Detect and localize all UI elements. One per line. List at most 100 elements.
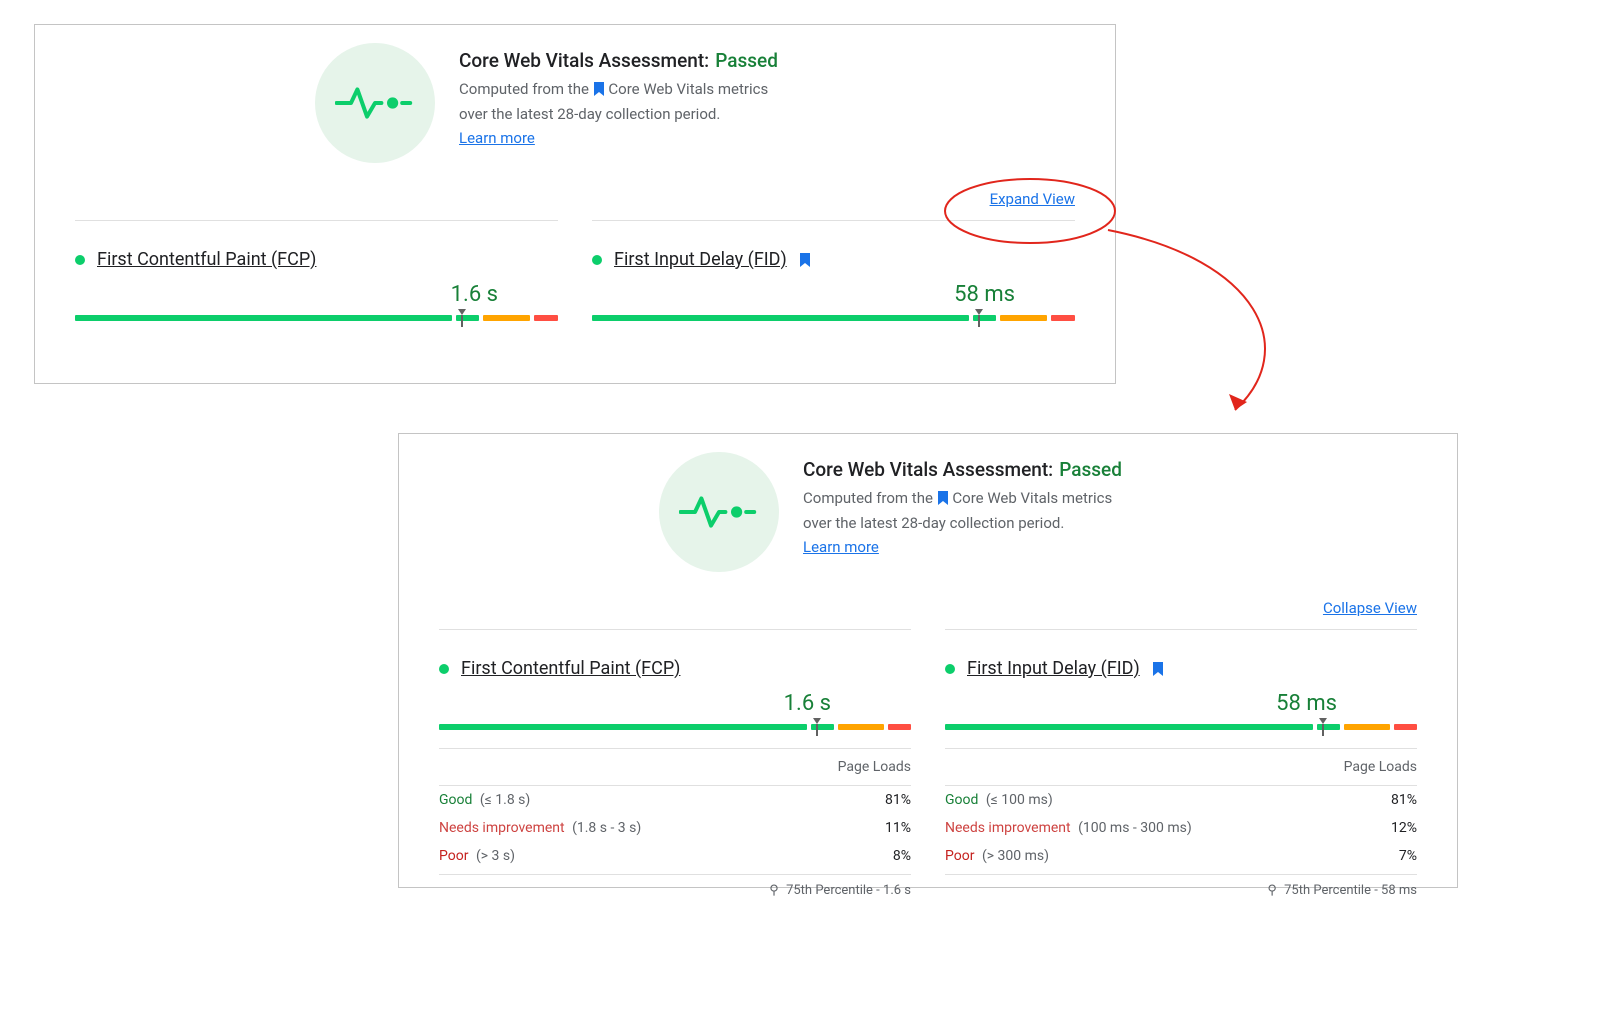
bookmark-icon (937, 489, 949, 512)
metrics-row: First Contentful Paint (FCP) 1.6 s Page … (399, 629, 1457, 898)
assessment-text: Core Web Vitals Assessment: Passed Compu… (459, 43, 789, 163)
bar-seg-good (945, 724, 1313, 730)
breakdown-pct: 11% (885, 820, 911, 836)
assessment-title: Core Web Vitals Assessment: Passed (459, 49, 789, 72)
breakdown-label: Poor (> 3 s) (439, 848, 515, 864)
bar-seg-good (592, 315, 969, 321)
metric-fid-breakdown: Page Loads Good (≤ 100 ms) 81% Needs impro… (945, 748, 1417, 898)
breakdown-rows: Good (≤ 100 ms) 81% Needs improvement (100… (945, 786, 1417, 870)
breakdown-label: Needs improvement (1.8 s - 3 s) (439, 820, 641, 836)
learn-more-link[interactable]: Learn more (459, 129, 535, 147)
percentile-marker (812, 718, 822, 736)
breakdown-label: Good (≤ 1.8 s) (439, 792, 530, 808)
metric-fid-value: 58 ms (592, 282, 1075, 307)
vitals-icon (679, 492, 759, 532)
percentile-value: 1.6 s (883, 883, 911, 898)
breakdown-pct: 12% (1391, 820, 1417, 836)
assessment-status: Passed (715, 49, 778, 72)
metric-fid-bar (945, 720, 1417, 734)
learn-more-link[interactable]: Learn more (803, 538, 879, 556)
bar-seg-ni (483, 315, 530, 321)
vitals-badge (659, 452, 779, 572)
bookmark-icon (1152, 662, 1164, 676)
bar-seg-poor (534, 315, 558, 321)
assessment-subtitle: Computed from the Core Web Vitals metric… (803, 487, 1133, 534)
breakdown-rows: Good (≤ 1.8 s) 81% Needs improvement (1.8 … (439, 786, 911, 870)
percentile-marker (974, 309, 984, 327)
breakdown-footer: ⚲ 75th Percentile - 58 ms (945, 874, 1417, 898)
bookmark-icon (799, 253, 811, 267)
metric-fid-bar (592, 311, 1075, 325)
breakdown-label: Good (≤ 100 ms) (945, 792, 1053, 808)
bar-seg-ni (1344, 724, 1390, 730)
metric-fid-header: First Input Delay (FID) (945, 658, 1417, 679)
assessment-title-prefix: Core Web Vitals Assessment: (803, 458, 1053, 481)
breakdown-pct: 8% (893, 848, 911, 864)
bookmark-icon (593, 80, 605, 103)
assessment-text: Core Web Vitals Assessment: Passed Compu… (803, 452, 1133, 572)
assessment-status: Passed (1059, 458, 1122, 481)
status-dot-good (439, 664, 449, 674)
metric-fid-name[interactable]: First Input Delay (FID) (614, 249, 787, 270)
percentile-prefix: 75th Percentile - (786, 883, 880, 898)
breakdown-row: Poor (> 300 ms)7% (945, 842, 1417, 870)
assessment-header: Core Web Vitals Assessment: Passed Compu… (659, 452, 1457, 572)
metric-fcp: First Contentful Paint (FCP) 1.6 s Page … (439, 629, 911, 898)
breakdown-row: Poor (> 3 s) 8% (439, 842, 911, 870)
expand-view-link[interactable]: Expand View (990, 190, 1075, 208)
bar-seg-good (75, 315, 452, 321)
metric-fcp-bar (439, 720, 911, 734)
status-dot-good (945, 664, 955, 674)
metric-fcp-bar (75, 311, 558, 325)
metric-fid: First Input Delay (FID) 58 ms (592, 220, 1075, 325)
metric-fcp-breakdown: Page Loads Good (≤ 1.8 s) 81% Needs improv… (439, 748, 911, 898)
metric-fid-name[interactable]: First Input Delay (FID) (967, 658, 1140, 679)
assessment-header: Core Web Vitals Assessment: Passed Compu… (315, 43, 1115, 163)
percentile-value: 58 ms (1381, 883, 1417, 898)
percentile-prefix: 75th Percentile - (1284, 883, 1378, 898)
metric-fid-value: 58 ms (945, 691, 1417, 716)
breakdown-label: Needs improvement (100 ms - 300 ms) (945, 820, 1192, 836)
metrics-row: First Contentful Paint (FCP) 1.6 s First… (35, 220, 1115, 325)
assessment-title: Core Web Vitals Assessment: Passed (803, 458, 1133, 481)
breakdown-footer: ⚲ 75th Percentile - 1.6 s (439, 874, 911, 898)
percentile-marker (457, 309, 467, 327)
bar-seg-poor (1394, 724, 1417, 730)
metric-fid-header: First Input Delay (FID) (592, 249, 1075, 270)
vitals-badge (315, 43, 435, 163)
percentile-icon: ⚲ (769, 883, 779, 898)
metric-fcp-value: 1.6 s (439, 691, 911, 716)
breakdown-header: Page Loads (945, 749, 1417, 786)
breakdown-row: Needs improvement (1.8 s - 3 s) 11% (439, 814, 911, 842)
assessment-subtitle-a: Computed from the (803, 489, 933, 507)
metric-fcp-header: First Contentful Paint (FCP) (75, 249, 558, 270)
metric-fcp: First Contentful Paint (FCP) 1.6 s (75, 220, 558, 325)
toggle-row: Expand View (35, 189, 1115, 216)
assessment-subtitle: Computed from the Core Web Vitals metric… (459, 78, 789, 125)
bar-seg-ni (1000, 315, 1047, 321)
bar-seg-ni (838, 724, 884, 730)
vitals-icon (335, 83, 415, 123)
assessment-title-prefix: Core Web Vitals Assessment: (459, 49, 709, 72)
breakdown-pct: 81% (885, 792, 911, 808)
toggle-row: Collapse View (399, 598, 1457, 625)
metric-fcp-name[interactable]: First Contentful Paint (FCP) (461, 658, 680, 679)
status-dot-good (592, 255, 602, 265)
breakdown-row: Good (≤ 100 ms) 81% (945, 786, 1417, 814)
bar-seg-good (439, 724, 807, 730)
breakdown-pct: 81% (1391, 792, 1417, 808)
metric-fcp-value: 1.6 s (75, 282, 558, 307)
metric-fid: First Input Delay (FID) 58 ms Page Loads… (945, 629, 1417, 898)
bar-seg-poor (888, 724, 911, 730)
assessment-subtitle-a: Computed from the (459, 80, 589, 98)
breakdown-pct: 7% (1399, 848, 1417, 864)
metric-fcp-name[interactable]: First Contentful Paint (FCP) (97, 249, 316, 270)
status-dot-good (75, 255, 85, 265)
collapse-view-link[interactable]: Collapse View (1323, 599, 1417, 617)
cwv-panel-expanded: Core Web Vitals Assessment: Passed Compu… (398, 433, 1458, 888)
percentile-marker (1318, 718, 1328, 736)
cwv-panel-collapsed: Core Web Vitals Assessment: Passed Compu… (34, 24, 1116, 384)
breakdown-header: Page Loads (439, 749, 911, 786)
bar-seg-poor (1051, 315, 1075, 321)
percentile-icon: ⚲ (1267, 883, 1277, 898)
